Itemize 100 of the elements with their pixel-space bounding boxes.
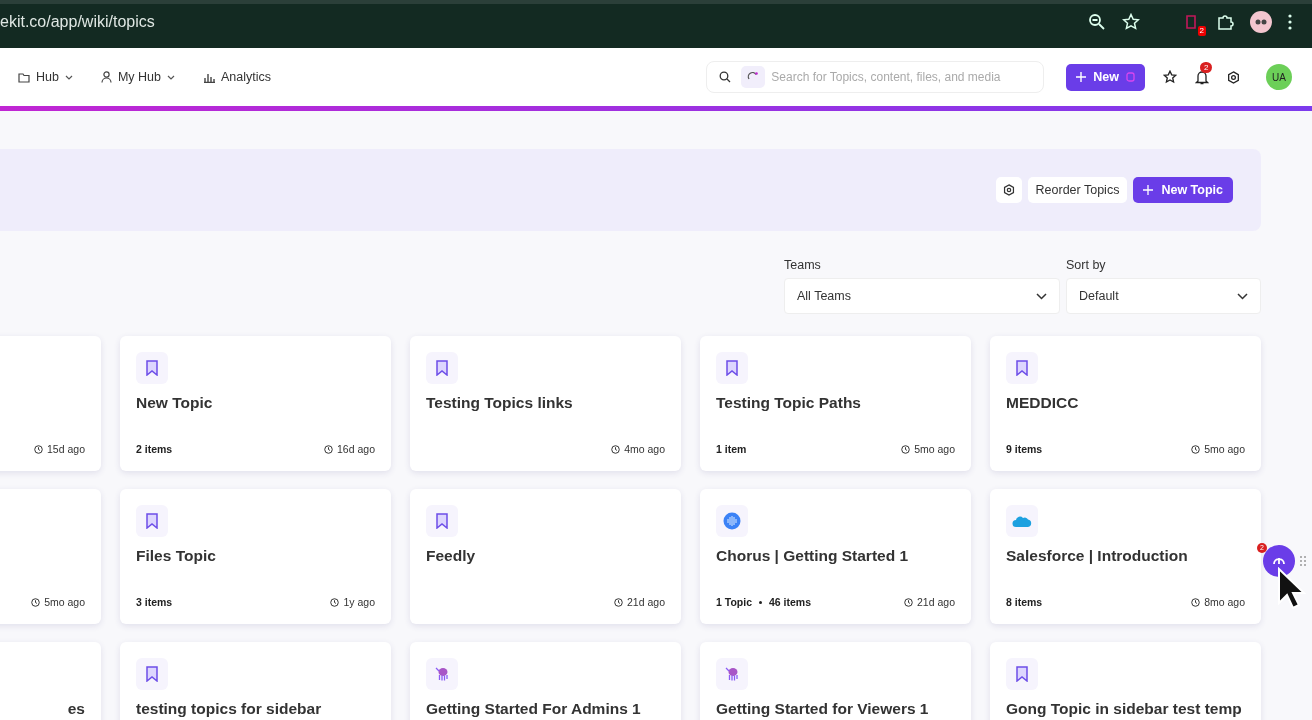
bookmark-icon — [146, 666, 158, 682]
clock-icon — [34, 444, 44, 454]
dropdown-select[interactable]: Default — [1066, 278, 1261, 314]
nav-menu-item[interactable]: Hub — [18, 70, 73, 84]
assistant-button[interactable] — [1263, 545, 1295, 577]
bookmark-star-icon[interactable] — [1122, 13, 1140, 31]
topic-card[interactable]: testing topics for sidebar — [120, 642, 391, 720]
topic-card[interactable]: MEDDICC 9 items 5mo ago — [990, 336, 1261, 471]
star-icon[interactable] — [1163, 70, 1177, 84]
topic-card[interactable]: Getting Started For Admins 1 — [410, 642, 681, 720]
separator-dot — [759, 600, 762, 604]
item-count: 3 items — [136, 596, 173, 608]
topic-title: Salesforce | Introduction — [1006, 547, 1189, 565]
settings-icon[interactable] — [1227, 70, 1240, 84]
updated-time: 15d ago — [47, 443, 85, 455]
topic-title: Getting Started for Viewers 1 — [716, 700, 930, 718]
filter-label: Teams — [784, 258, 822, 272]
updated-time: 21d ago — [917, 596, 955, 608]
bookmark-icon — [436, 360, 448, 376]
topic-title: Getting Started For Admins 1 — [426, 700, 642, 718]
bookmark-icon — [146, 360, 158, 376]
clock-icon — [611, 444, 621, 454]
updated-time: 1y ago — [343, 596, 375, 608]
clock-icon — [901, 444, 911, 454]
cloud-icon — [1012, 514, 1032, 528]
folder-icon — [18, 71, 30, 83]
topic-title: Testing Topic Paths — [716, 394, 862, 412]
updated-time: 5mo ago — [1204, 443, 1245, 455]
bookmark-icon — [436, 513, 448, 529]
waveform-icon — [723, 512, 741, 530]
updated-time: 5mo ago — [44, 596, 85, 608]
nav-menu-item[interactable]: Analytics — [203, 70, 272, 84]
topic-card[interactable]: Testing Topic Paths 1 item 5mo ago — [700, 336, 971, 471]
bar-chart-icon — [203, 71, 215, 83]
item-count: 8 items — [1006, 596, 1043, 608]
new-topic-button[interactable]: New Topic — [1133, 177, 1233, 203]
topic-count: 1 Topic — [716, 596, 752, 608]
address-bar-url[interactable]: ekit.co/app/wiki/topics — [0, 13, 155, 31]
topic-card[interactable]: New Topic 2 items 16d ago — [120, 336, 391, 471]
octopus-icon — [434, 666, 450, 682]
topic-card[interactable]: Gong Topic in sidebar test temp — [990, 642, 1261, 720]
nav-menu-item[interactable]: My Hub — [100, 70, 175, 84]
topic-title: Chorus | Getting Started 1 — [716, 547, 910, 565]
clock-icon — [1191, 444, 1201, 454]
topic-card[interactable]: Files Topic 3 items 1y ago — [120, 489, 391, 624]
zoom-out-icon[interactable] — [1088, 13, 1106, 31]
topic-title: testing topics for sidebar — [136, 700, 323, 718]
chevron-down-icon — [1237, 292, 1248, 300]
clock-icon — [31, 597, 41, 607]
ai-search-icon[interactable] — [741, 66, 766, 88]
topic-card[interactable]: Testing Topics links 4mo ago — [410, 336, 681, 471]
item-count: 2 items — [136, 443, 173, 455]
drag-handle-icon[interactable] — [1300, 556, 1306, 566]
topic-card[interactable]: Salesforce | Introduction 8 items 8mo ago — [990, 489, 1261, 624]
reorder-topics-button[interactable]: Reorder Topics — [1027, 177, 1128, 203]
topic-card[interactable]: 5mo ago — [0, 489, 101, 624]
topic-title: es — [67, 700, 85, 718]
caret-icon — [167, 74, 175, 80]
topic-title: Testing Topics links — [426, 394, 574, 412]
topic-card[interactable]: 15d ago — [0, 336, 101, 471]
filter-label: Sort by — [1066, 258, 1107, 272]
bookmark-icon — [726, 360, 738, 376]
plus-icon — [1076, 72, 1087, 82]
topic-card[interactable]: Feedly 21d ago — [410, 489, 681, 624]
caret-icon — [64, 74, 73, 80]
topic-title: Files Topic — [136, 547, 217, 565]
item-count: 1 item — [716, 443, 747, 455]
updated-time: 16d ago — [337, 443, 375, 455]
clock-icon — [904, 597, 914, 607]
item-count: 9 items — [1006, 443, 1043, 455]
profile-avatar-icon[interactable] — [1250, 11, 1272, 33]
topic-card[interactable]: Chorus | Getting Started 1 1 Topic 46 items 21d ago — [700, 489, 971, 624]
settings-button[interactable] — [995, 177, 1022, 203]
clock-icon — [614, 597, 624, 607]
notification-badge: 2 — [1200, 61, 1213, 73]
search-bar[interactable]: Search for Topics, content, files, and media — [706, 61, 1045, 93]
more-icon[interactable] — [1288, 14, 1292, 30]
updated-time: 5mo ago — [914, 443, 955, 455]
puzzle-icon[interactable] — [1216, 13, 1234, 31]
updated-time: 21d ago — [627, 596, 665, 608]
chevron-down-icon — [1036, 292, 1047, 300]
dropdown-select[interactable]: All Teams — [784, 278, 1060, 314]
clock-icon — [324, 444, 334, 454]
bookmark-icon — [146, 513, 158, 529]
topic-title: New Topic — [136, 394, 214, 412]
clock-icon — [330, 597, 340, 607]
updated-time: 8mo ago — [1204, 596, 1245, 608]
plus-icon — [1143, 185, 1154, 195]
topic-card[interactable]: es — [0, 642, 101, 720]
octopus-icon — [724, 666, 740, 682]
bookmark-icon — [1016, 666, 1028, 682]
extension-badge: 2 — [1197, 26, 1206, 36]
notification-bell-icon[interactable] — [1195, 69, 1209, 85]
mouse-cursor-icon — [1277, 567, 1307, 611]
topic-card[interactable]: Getting Started for Viewers 1 — [700, 642, 971, 720]
search-field[interactable]: Search for Topics, content, files, and media — [769, 69, 1038, 85]
user-avatar[interactable]: UA — [1266, 64, 1292, 90]
item-count: 46 items — [769, 596, 811, 608]
settings-icon — [1002, 184, 1015, 196]
new-button[interactable]: New — [1066, 63, 1145, 91]
